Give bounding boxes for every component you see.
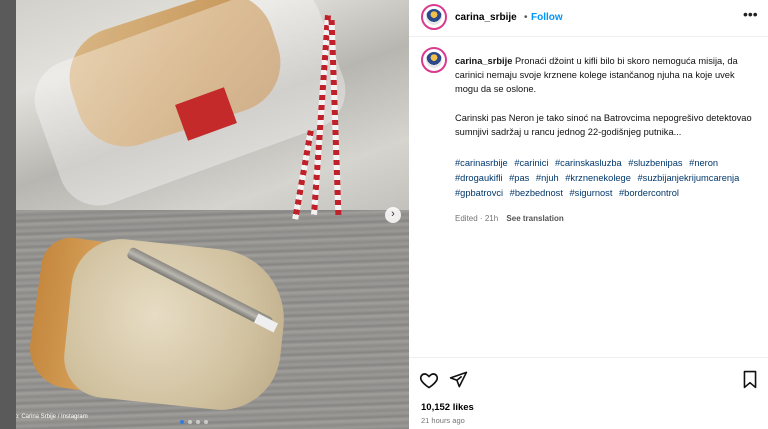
photo-credit: Foto: Carina Srbije / Instagram	[6, 414, 88, 420]
instagram-post-frame: › Foto: Carina Srbije / Instagram carina…	[0, 0, 768, 429]
avatar[interactable]	[421, 4, 447, 30]
like-count[interactable]: 10,152 likes	[421, 402, 474, 413]
hashtag[interactable]: #carinici	[514, 158, 548, 168]
post-photo[interactable]: › Foto: Carina Srbije / Instagram	[0, 0, 409, 429]
heart-icon[interactable]	[419, 370, 439, 390]
bookmark-icon[interactable]	[742, 370, 758, 389]
hashtag[interactable]: #gpbatrovci	[455, 188, 503, 198]
actions-divider	[409, 357, 768, 358]
caption-username[interactable]: carina_srbije	[455, 56, 512, 66]
customs-logo-icon	[426, 52, 442, 68]
post-header: carina_srbije • Follow •••	[409, 0, 768, 37]
post-side-panel: carina_srbije • Follow ••• carina_srbije…	[409, 0, 768, 429]
hashtag[interactable]: #neron	[689, 158, 718, 168]
left-edge-strip	[0, 0, 16, 429]
slide-dot	[188, 420, 192, 424]
hashtag[interactable]: #bezbednost	[510, 188, 563, 198]
follow-button[interactable]: Follow	[531, 12, 563, 23]
more-horizontal-icon[interactable]: •••	[743, 6, 758, 22]
share-icon[interactable]	[449, 370, 468, 389]
hashtag[interactable]: #krznenekolege	[565, 173, 631, 183]
header-username[interactable]: carina_srbije	[455, 12, 517, 23]
hashtag[interactable]: #suzbijanjekrijumcarenja	[638, 173, 740, 183]
edited-label: Edited	[455, 214, 478, 223]
hashtag[interactable]: #carinasrbije	[455, 158, 508, 168]
post-timestamp[interactable]: 21 hours ago	[421, 416, 465, 425]
hashtags: #carinasrbije #carinici #carinskasluzba …	[455, 156, 755, 201]
hashtag[interactable]: #sigurnost	[570, 188, 613, 198]
next-slide-chevron-icon[interactable]: ›	[385, 207, 401, 223]
hashtag[interactable]: #bordercontrol	[619, 188, 679, 198]
slide-dot	[204, 420, 208, 424]
slide-dot-active	[180, 420, 184, 424]
caption-meta: Edited · 21h See translation	[455, 214, 564, 223]
caption-age: 21h	[484, 214, 499, 223]
hashtag[interactable]: #drogaukifli	[455, 173, 503, 183]
slide-dot	[196, 420, 200, 424]
hashtag[interactable]: #sluzbenipas	[628, 158, 682, 168]
customs-logo-icon	[426, 9, 442, 25]
hashtag[interactable]: #njuh	[536, 173, 559, 183]
slide-indicator	[180, 420, 208, 424]
caption-paragraph-1: carina_srbije Pronaći džoint u kifli bil…	[455, 54, 755, 97]
hashtag[interactable]: #carinskasluzba	[555, 158, 622, 168]
header-separator: •	[524, 12, 528, 23]
caption-avatar[interactable]	[421, 47, 447, 73]
caption-paragraph-2: Carinski pas Neron je tako sinoć na Batr…	[455, 113, 752, 138]
see-translation-link[interactable]: See translation	[506, 214, 563, 223]
hashtag[interactable]: #pas	[509, 173, 529, 183]
meta-dot: ·	[479, 214, 483, 223]
